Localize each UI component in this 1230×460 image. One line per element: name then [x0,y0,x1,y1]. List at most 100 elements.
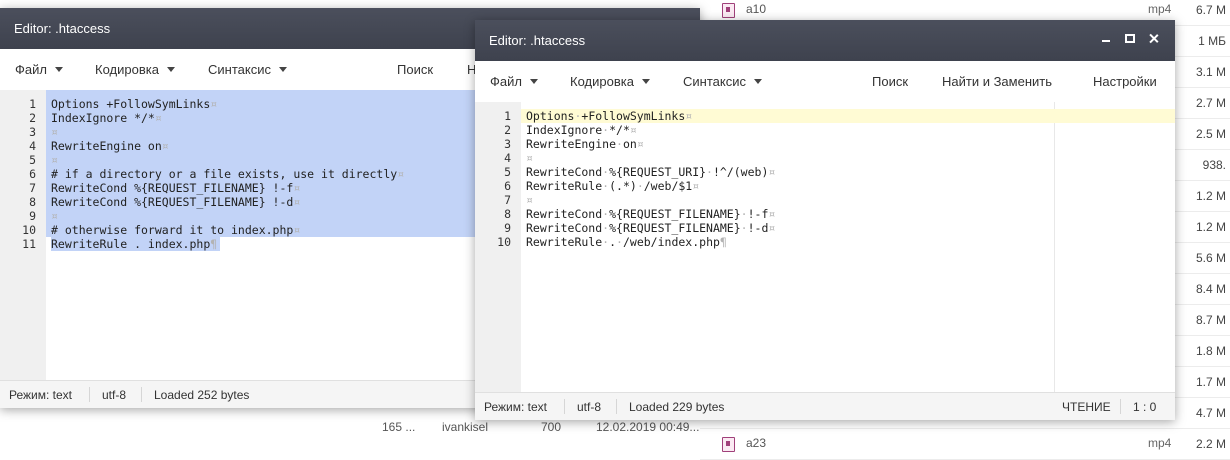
code-line[interactable]: Options·+FollowSymLinks¤ [526,109,692,123]
code-line[interactable]: ¤ [51,209,58,223]
status-divider [616,399,617,414]
code-line[interactable]: RewriteCond %{REQUEST_FILENAME} !-f¤ [51,181,300,195]
code-line[interactable]: RewriteRule·.·/web/index.php¶ [526,235,727,249]
file-perms-cell: 700 [541,420,562,434]
code-line[interactable]: RewriteRule·(.*)·/web/$1¤ [526,179,699,193]
menu-file-label: Файл [490,74,522,89]
line-number: 8 [29,195,36,209]
video-file-icon [722,437,735,452]
newline-marker: ¤ [154,111,162,125]
file-size: 8.7 M [1195,313,1226,327]
close-icon[interactable] [1149,31,1159,45]
whitespace-dot: · [636,179,644,193]
whitespace-dot: · [602,235,610,249]
whitespace-dot: · [602,179,610,193]
menu-syntax[interactable]: Синтаксис [208,62,287,77]
code-line[interactable]: RewriteEngine·on¤ [526,137,644,151]
line-number: 5 [504,165,511,179]
newline-marker: ¤ [768,207,776,221]
status-cursor: 1 : 0 [1133,400,1157,414]
newline-marker: ¤ [526,151,533,165]
menu-syntax[interactable]: Синтаксис [683,74,762,89]
status-divider [1120,399,1121,414]
whitespace-dot: · [740,207,748,221]
status-encoding: utf-8 [102,388,127,402]
eof-marker: ¶ [210,237,218,251]
line-number: 4 [504,151,511,165]
line-number: 1 [504,109,511,123]
status-loaded: Loaded 229 bytes [629,400,725,414]
file-size: 2.5 M [1195,127,1226,141]
line-number: 3 [29,125,36,139]
whitespace-dot: · [602,165,610,179]
newline-marker: ¤ [526,193,533,207]
code-line[interactable]: ¤ [51,153,58,167]
maximize-icon[interactable] [1125,31,1135,45]
file-type: mp4 [1148,2,1172,16]
line-number: 1 [29,97,36,111]
file-size: 1.2 M [1195,220,1226,234]
code-line[interactable]: # otherwise forward it to index.php¤ [51,223,300,237]
whitespace-dot: · [740,221,748,235]
chevron-down-icon [278,67,287,72]
code-line[interactable]: RewriteCond·%{REQUEST_URI}·!^/(web)¤ [526,165,775,179]
file-name: a23 [746,436,767,450]
chevron-down-icon [641,79,650,84]
code-line[interactable]: RewriteCond·%{REQUEST_FILENAME}·!-f¤ [526,207,775,221]
file-owner-cell: ivankisel [442,420,489,434]
code-line[interactable]: ¤ [526,193,533,207]
code-line[interactable]: ¤ [526,151,533,165]
line-number: 2 [504,123,511,137]
newline-marker: ¤ [293,181,301,195]
whitespace-dot: · [574,109,582,123]
status-loaded: Loaded 252 bytes [154,388,250,402]
file-date-cell: 12.02.2019 00:49... [596,420,700,434]
file-size: 3.1 M [1195,65,1226,79]
menu-file[interactable]: Файл [15,62,63,77]
line-number: 8 [504,207,511,221]
line-number: 9 [29,209,36,223]
code-line[interactable]: # if a directory or a file exists, use i… [51,167,404,181]
newline-marker: ¤ [161,139,169,153]
menu-encoding[interactable]: Кодировка [570,74,650,89]
print-margin [1054,102,1055,393]
line-number: 9 [504,221,511,235]
code-line[interactable]: ¤ [51,125,58,139]
file-size: 1.8 M [1195,344,1226,358]
window-titlebar[interactable]: Editor: .htaccess [475,20,1175,61]
file-type: mp4 [1148,436,1172,450]
code-line[interactable]: RewriteEngine on¤ [51,139,169,153]
file-size: 1 МБ [1198,34,1226,48]
newline-marker: ¤ [629,123,637,137]
whitespace-dot: · [602,221,610,235]
file-size: 1.7 M [1195,375,1226,389]
status-encoding: utf-8 [577,400,602,414]
whitespace-dot: · [616,235,623,249]
menu-search[interactable]: Поиск [872,74,908,89]
newline-marker: ¤ [685,109,693,123]
menu-file[interactable]: Файл [490,74,538,89]
code-line[interactable]: IndexIgnore */*¤ [51,111,162,125]
code-line[interactable]: RewriteCond·%{REQUEST_FILENAME}·!-d¤ [526,221,775,235]
window-controls [1101,31,1159,45]
minimize-icon[interactable] [1101,31,1111,45]
file-size-cell: 165 ... [382,420,416,434]
menu-find-replace[interactable]: Найти и Заменить [942,74,1052,89]
file-size: 8.4 M [1195,282,1226,296]
line-number: 7 [504,193,511,207]
menu-search[interactable]: Поиск [397,62,433,77]
status-divider [564,399,565,414]
newline-marker: ¤ [293,223,301,237]
code-line[interactable]: RewriteCond %{REQUEST_FILENAME} !-d¤ [51,195,300,209]
code-line[interactable]: IndexIgnore·*/*¤ [526,123,637,137]
menu-encoding[interactable]: Кодировка [95,62,175,77]
line-number: 11 [22,237,36,251]
editor-window-front[interactable]: Editor: .htaccess Файл Кодировка Синтакс… [475,20,1175,420]
menu-settings[interactable]: Настройки [1093,74,1157,89]
code-editor[interactable]: 1 Options·+FollowSymLinks¤ 2 IndexIgnore·*/… [475,102,1175,393]
chevron-down-icon [753,79,762,84]
eof-marker: ¶ [719,235,727,249]
line-number: 4 [29,139,36,153]
code-line[interactable]: Options +FollowSymLinks¤ [51,97,217,111]
code-line[interactable]: RewriteRule . index.php¶ [51,237,217,251]
